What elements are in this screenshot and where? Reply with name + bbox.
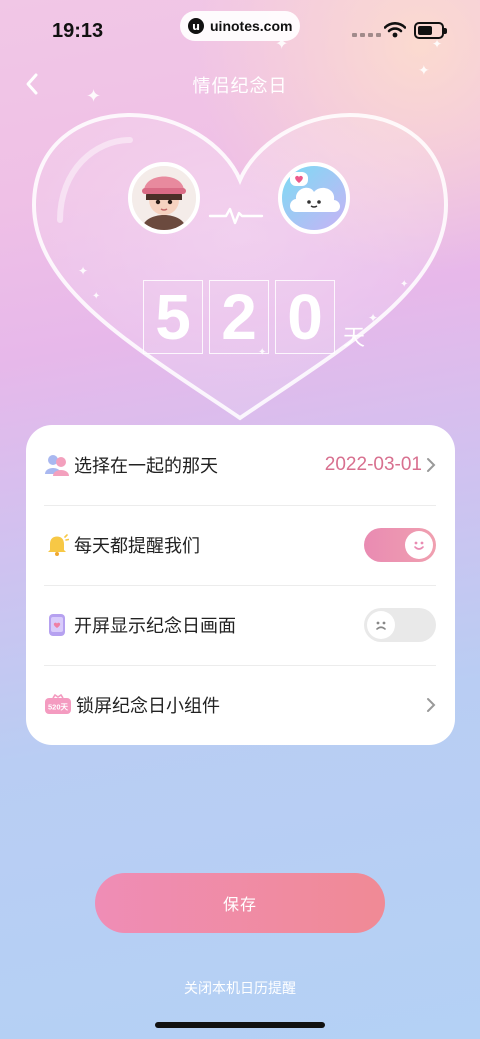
sparkle-icon: ✦ (92, 291, 101, 302)
sparkle-icon: ✦ (86, 86, 102, 107)
signal-dots-icon (352, 33, 381, 37)
bell-icon (44, 532, 70, 558)
girl-avatar[interactable] (128, 162, 200, 234)
settings-row-daily-reminder: 每天都提醒我们 (44, 505, 436, 585)
site-logo-icon: u (188, 18, 204, 34)
couple-icon (44, 452, 70, 478)
phone-heart-icon (44, 612, 70, 638)
counter-digit: 5 (143, 280, 203, 354)
counter-digit: 0 (275, 280, 335, 354)
row-label: 开屏显示纪念日画面 (74, 616, 236, 637)
settings-row-splash-screen: 开屏显示纪念日画面 (44, 585, 436, 665)
sparkle-icon: ✦ (78, 264, 89, 278)
status-bar: 19:13 u uinotes.com (0, 0, 480, 60)
close-calendar-reminder-link[interactable]: 关闭本机日历提醒 (0, 978, 480, 998)
sparkle-icon: ✦ (418, 63, 430, 79)
settings-row-lock-widget[interactable]: 520天 锁屏纪念日小组件 (44, 665, 436, 745)
page-title: 情侣纪念日 (192, 76, 288, 97)
settings-row-anniversary-date[interactable]: 选择在一起的那天 2022-03-01 (44, 425, 436, 505)
day-counter: 5 2 0 天 (143, 280, 365, 354)
row-label: 每天都提醒我们 (74, 536, 200, 557)
sparkle-icon: ✦ (432, 37, 443, 51)
splash-screen-toggle[interactable] (364, 608, 436, 642)
cloud-character-avatar[interactable] (278, 162, 350, 234)
heartbeat-icon (208, 207, 264, 225)
daily-reminder-toggle[interactable] (364, 528, 436, 562)
counter-unit: 天 (343, 326, 366, 351)
chevron-right-icon (427, 458, 436, 472)
status-time: 19:13 (52, 20, 104, 42)
row-label: 锁屏纪念日小组件 (76, 696, 220, 717)
smile-icon (405, 531, 433, 559)
sparkle-icon: ✦ (400, 279, 409, 290)
url-text: uinotes.com (210, 18, 293, 34)
wifi-icon (384, 22, 406, 38)
row-label: 选择在一起的那天 (74, 456, 218, 477)
widget-badge-text: 520天 (48, 703, 69, 712)
widget-icon: 520天 (44, 692, 72, 718)
sparkle-icon: ✦ (275, 34, 289, 53)
sparkle-icon: ✦ (368, 311, 379, 325)
save-button[interactable]: 保存 (95, 873, 385, 933)
counter-digit: 2 (209, 280, 269, 354)
settings-card: 选择在一起的那天 2022-03-01 每天都提醒我们 开屏显示纪念日画面 52… (26, 425, 455, 745)
sad-face-icon (367, 611, 395, 639)
chevron-right-icon (427, 698, 436, 712)
anniversary-date-value: 2022-03-01 (324, 454, 422, 475)
home-indicator (155, 1022, 325, 1028)
